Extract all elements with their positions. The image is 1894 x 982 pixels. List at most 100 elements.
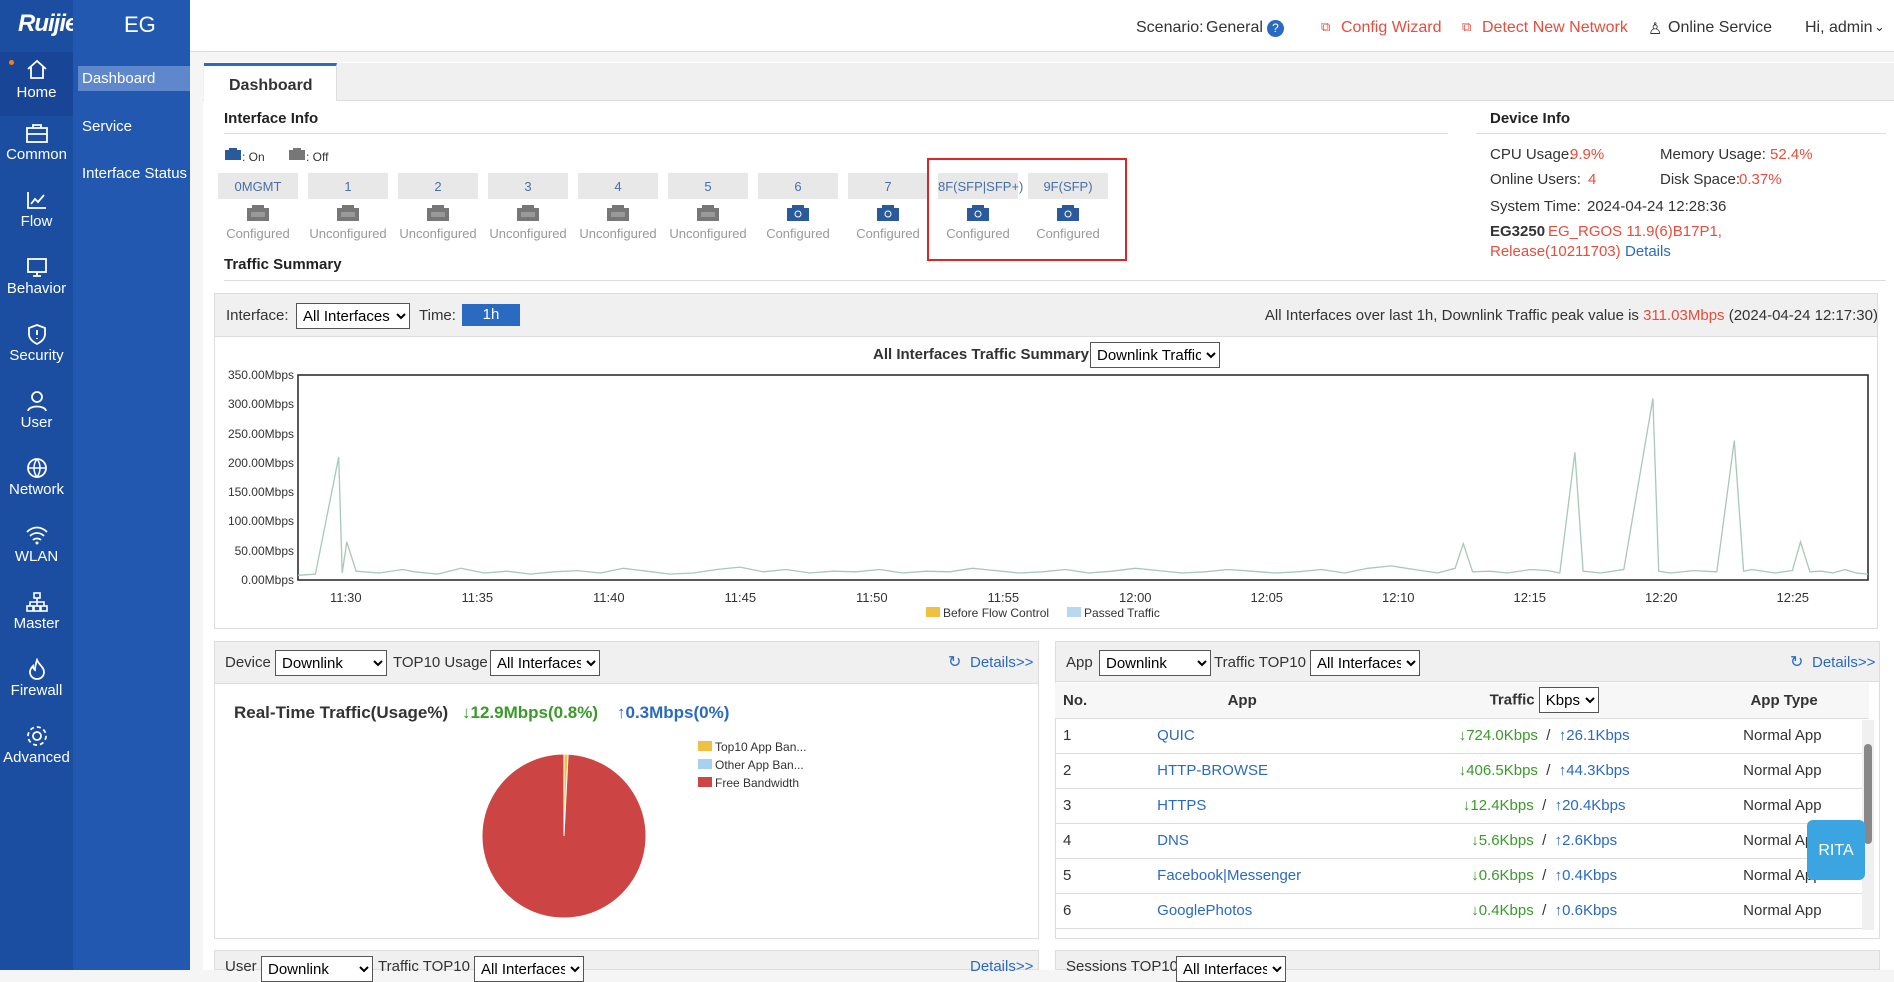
table-row[interactable]: 1 QUIC ↓724.0Kbps / ↑26.1Kbps Normal App <box>1055 718 1869 754</box>
y-tick-label: 0.00Mbps <box>241 573 294 587</box>
fire-icon <box>28 658 45 680</box>
pie-legend-swatch <box>698 741 712 751</box>
refresh-icon[interactable]: ↻ <box>1790 652 1803 672</box>
x-tick-label: 12:20 <box>1645 590 1678 605</box>
user-mode-select[interactable]: Downlink <box>261 956 373 982</box>
legend-passed[interactable]: Passed Traffic <box>1084 606 1160 620</box>
x-tick-label: 12:10 <box>1382 590 1415 605</box>
row-no: 2 <box>1055 753 1096 789</box>
device-mode-select[interactable]: Downlink <box>275 650 387 676</box>
usage-pie-chart <box>481 753 647 919</box>
y-tick-label: 350.00Mbps <box>227 368 294 382</box>
x-tick-label: 12:25 <box>1776 590 1810 605</box>
col-type: App Type <box>1699 683 1869 719</box>
legend-before[interactable]: Before Flow Control <box>943 606 1049 620</box>
row-app[interactable]: Facebook|Messenger <box>1095 858 1390 894</box>
pie-slice[interactable] <box>481 753 647 919</box>
x-tick-label: 11:40 <box>593 590 625 605</box>
app-iface-select[interactable]: All Interfaces <box>1310 650 1420 676</box>
gear-icon <box>26 726 47 746</box>
col-app: App <box>1095 683 1390 719</box>
pie-legend-swatch <box>698 759 712 769</box>
nav-firewall[interactable]: Firewall <box>0 658 73 722</box>
row-app[interactable]: HTTP-BROWSE <box>1095 753 1390 789</box>
nav-label: Firewall <box>10 682 63 699</box>
app-details-link[interactable]: Details>> <box>1812 654 1875 671</box>
row-no: 1 <box>1055 718 1096 754</box>
row-no: 4 <box>1055 823 1096 859</box>
app-traffic-table: No. App Traffic Kbps App Type 1 QUIC ↓724.… <box>1055 683 1869 929</box>
row-up: ↑20.4Kbps <box>1554 797 1626 814</box>
y-tick-label: 300.00Mbps <box>227 397 294 412</box>
row-up: ↑2.6Kbps <box>1554 832 1618 849</box>
app-mode-select[interactable]: Downlink <box>1099 650 1211 676</box>
row-down: ↓0.4Kbps <box>1471 902 1534 919</box>
col-no: No. <box>1055 683 1096 719</box>
device-iface-select[interactable]: All Interfaces <box>490 650 600 676</box>
legend-swatch-passed <box>1067 607 1081 617</box>
user-iface-select[interactable]: All Interfaces <box>474 956 584 982</box>
device-label: Device <box>225 654 271 671</box>
row-down: ↓5.6Kbps <box>1471 832 1534 849</box>
realtime-label: Real-Time Traffic(Usage%) <box>234 703 449 722</box>
y-tick-label: 100.00Mbps <box>227 514 294 529</box>
traffic-top-label: Traffic TOP10 <box>1214 654 1306 671</box>
y-tick-label: 150.00Mbps <box>227 485 294 500</box>
traffic-series-line <box>297 398 1869 576</box>
row-no: 6 <box>1055 893 1096 929</box>
pie-legend-swatch <box>698 777 712 787</box>
legend-swatch-before <box>926 607 940 617</box>
table-row[interactable]: 3 HTTPS ↓12.4Kbps / ↑20.4Kbps Normal App <box>1055 788 1869 824</box>
row-down: ↓12.4Kbps <box>1462 797 1534 814</box>
x-tick-label: 11:45 <box>724 590 757 605</box>
row-down: ↓724.0Kbps <box>1458 727 1538 744</box>
row-up: ↑44.3Kbps <box>1558 762 1630 779</box>
y-tick-label: 250.00Mbps <box>227 426 294 441</box>
x-tick-label: 11:55 <box>987 590 1020 605</box>
row-app[interactable]: QUIC <box>1095 718 1390 754</box>
col-traffic-label: Traffic <box>1489 691 1535 709</box>
sessions-iface-select[interactable]: All Interfaces <box>1176 956 1286 982</box>
unit-select[interactable]: Kbps <box>1538 687 1599 714</box>
usage-label: TOP10 Usage <box>393 654 488 671</box>
row-app[interactable]: HTTPS <box>1095 788 1390 824</box>
y-tick-label: 200.00Mbps <box>227 455 294 470</box>
row-up: ↑0.4Kbps <box>1554 867 1618 884</box>
nav-advanced[interactable]: Advanced <box>0 725 73 789</box>
user-label: User <box>225 958 257 975</box>
table-row[interactable]: 4 DNS ↓5.6Kbps / ↑2.6Kbps Normal App <box>1055 823 1869 859</box>
row-up: ↑0.6Kbps <box>1554 902 1618 919</box>
x-tick-label: 11:30 <box>330 590 362 605</box>
row-no: 3 <box>1055 788 1096 824</box>
refresh-icon[interactable]: ↻ <box>948 652 961 672</box>
x-tick-label: 11:35 <box>461 590 494 605</box>
col-traffic: Traffic Kbps <box>1389 683 1700 719</box>
row-type: Normal App <box>1699 718 1869 754</box>
device-details-link[interactable]: Details>> <box>970 654 1033 671</box>
table-row[interactable]: 5 Facebook|Messenger ↓0.6Kbps / ↑0.4Kbps No… <box>1055 858 1869 894</box>
table-row[interactable]: 6 GooglePhotos ↓0.4Kbps / ↑0.6Kbps Normal A… <box>1055 893 1869 929</box>
plot-area <box>297 374 1869 581</box>
row-type: Normal App <box>1699 788 1869 824</box>
y-tick-label: 50.00Mbps <box>234 543 294 558</box>
pie-legend-top10: Top10 App Ban... <box>715 740 807 754</box>
x-tick-label: 12:00 <box>1119 590 1152 605</box>
user-details-link[interactable]: Details>> <box>970 958 1033 975</box>
user-traffic-label: Traffic TOP10 <box>378 958 470 975</box>
row-app[interactable]: DNS <box>1095 823 1390 859</box>
row-app[interactable]: GooglePhotos <box>1095 893 1390 929</box>
row-up: ↑26.1Kbps <box>1558 727 1630 744</box>
pie-legend-free: Free Bandwidth <box>715 776 800 790</box>
scrollbar-thumb[interactable] <box>1864 744 1872 844</box>
sessions-label: Sessions TOP10 <box>1066 958 1179 975</box>
row-no: 5 <box>1055 858 1096 894</box>
x-tick-label: 12:05 <box>1250 590 1284 605</box>
table-row[interactable]: 2 HTTP-BROWSE ↓406.5Kbps / ↑44.3Kbps Normal… <box>1055 753 1869 789</box>
nav-label: Advanced <box>3 749 70 766</box>
row-type: Normal App <box>1699 893 1869 929</box>
rita-assistant-button[interactable]: RITA <box>1807 820 1865 880</box>
realtime-down: ↓12.9Mbps(0.8%) <box>462 703 599 722</box>
realtime-up: ↑0.3Mbps(0%) <box>617 703 730 722</box>
pie-legend-other: Other App Ban... <box>715 758 804 772</box>
x-tick-label: 12:15 <box>1513 590 1547 605</box>
